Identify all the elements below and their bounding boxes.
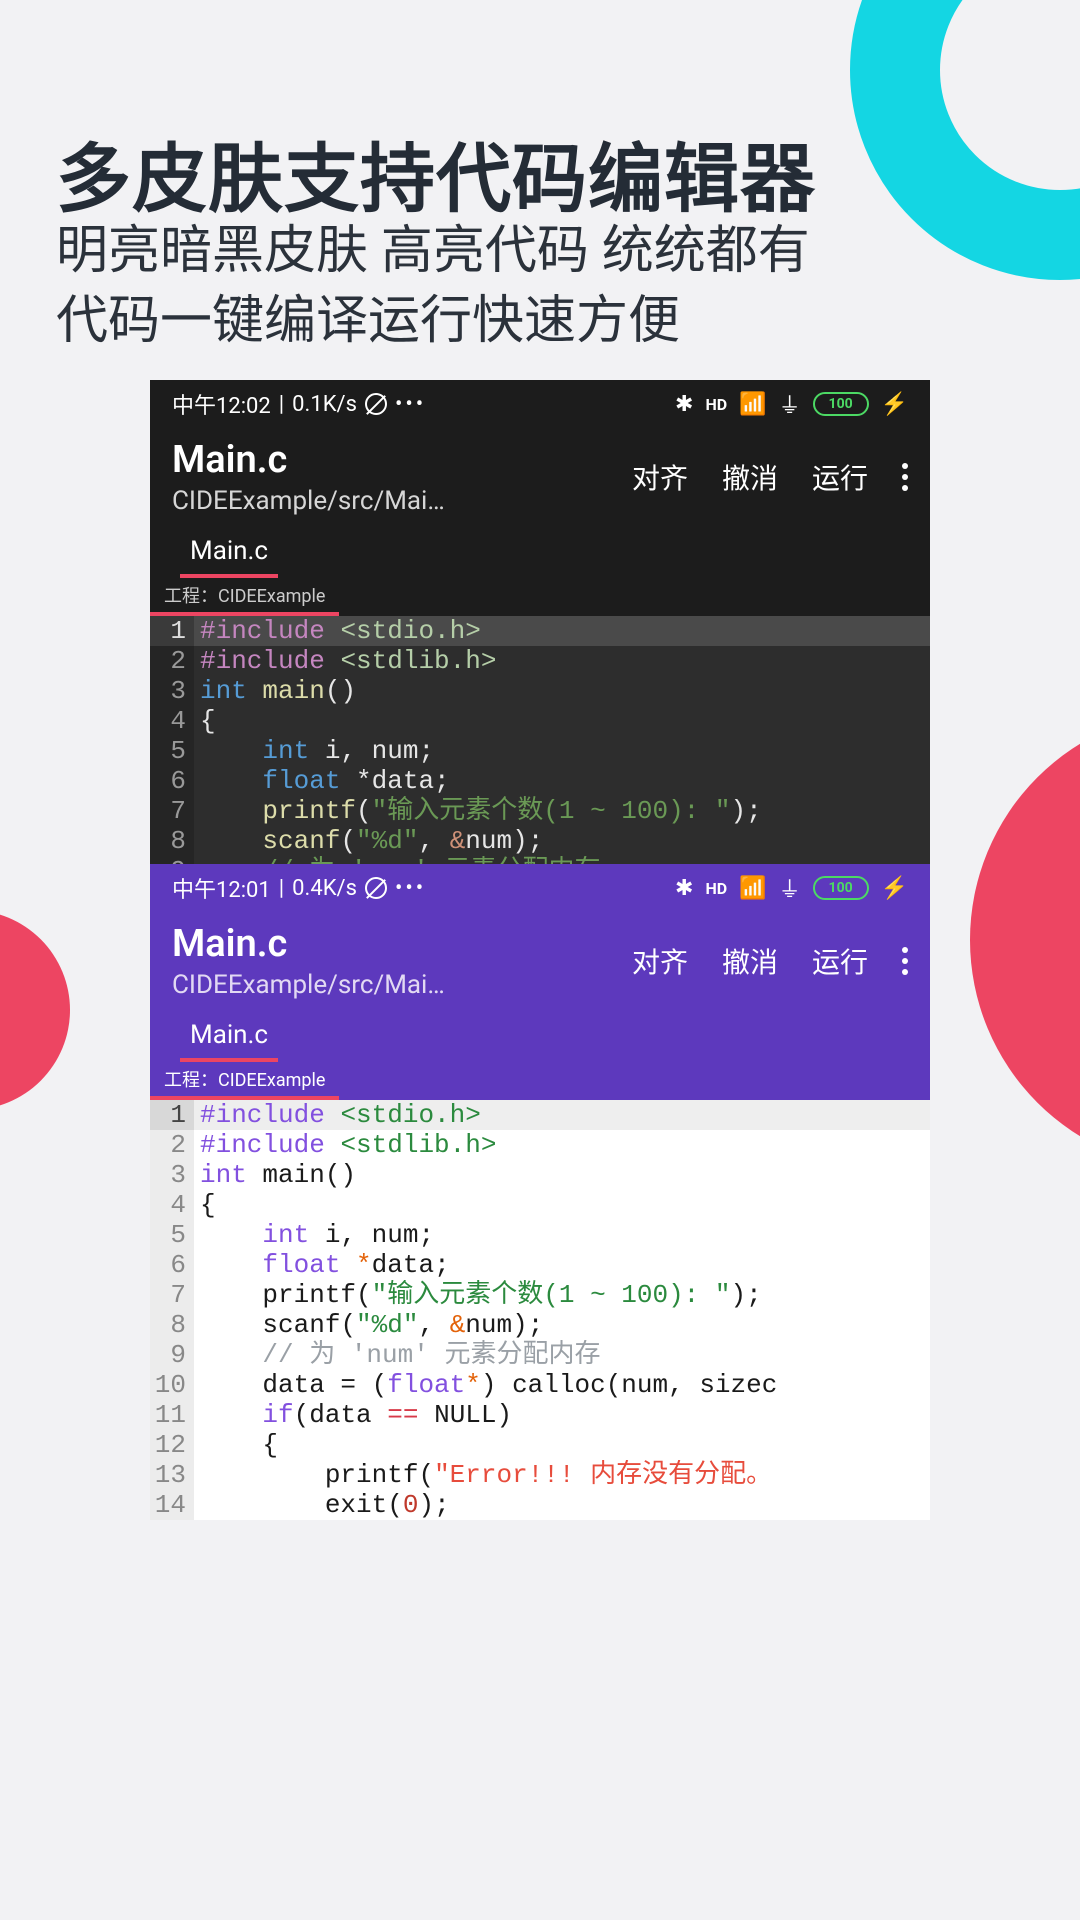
charging-icon: ⚡ — [881, 392, 908, 417]
bluetooth-icon: ✱ — [675, 392, 693, 417]
phone-mock-light: 中午12:01 | 0.4K/s ••• ✱ HD 📶 ⏚ 100 ⚡ Main… — [150, 864, 930, 1520]
project-label: 工程：CIDEExample — [150, 578, 339, 616]
line-number: 1 — [150, 1100, 194, 1130]
code-line: printf("Error!!! 内存没有分配。 — [194, 1460, 930, 1490]
tab-row: Main.c — [150, 1014, 930, 1062]
undo-button[interactable]: 撤消 — [722, 941, 778, 981]
code-line: data = (float*) calloc(num, sizec — [194, 1370, 930, 1400]
code-editor-light[interactable]: 1#include <stdio.h> 2#include <stdlib.h>… — [150, 1100, 930, 1520]
decor-circle-cyan — [850, 0, 1080, 280]
line-number: 4 — [150, 706, 194, 736]
decor-circle-pink-left — [0, 910, 70, 1110]
code-line: float *data; — [194, 766, 930, 796]
hero-subline-1: 明亮暗黑皮肤 高亮代码 统统都有 — [56, 208, 810, 283]
code-line: #include <stdio.h> — [194, 616, 930, 646]
line-number: 7 — [150, 796, 194, 826]
file-path: CIDEExample/src/Mai… — [172, 970, 445, 1000]
status-dots-icon: ••• — [395, 392, 426, 417]
code-line: scanf("%d", &num); — [194, 826, 930, 856]
align-button[interactable]: 对齐 — [632, 941, 688, 981]
bluetooth-icon: ✱ — [675, 876, 693, 901]
project-label: 工程：CIDEExample — [150, 1062, 339, 1100]
line-number: 1 — [150, 616, 194, 646]
line-number: 3 — [150, 1160, 194, 1190]
code-line: printf("输入元素个数(1 ~ 100): "); — [194, 1280, 930, 1310]
no-sim-icon — [365, 877, 387, 899]
tab-main-c[interactable]: Main.c — [180, 1014, 278, 1062]
code-line: printf("输入元素个数(1 ~ 100): "); — [194, 796, 930, 826]
wifi-icon: ⏚ — [779, 388, 801, 420]
status-time: 中午12:02 — [172, 388, 271, 420]
code-line: float *data; — [194, 1250, 930, 1280]
line-number: 9 — [150, 1340, 194, 1370]
wifi-icon: ⏚ — [779, 872, 801, 904]
signal-icon: 📶 — [739, 392, 766, 417]
code-line: int i, num; — [194, 1220, 930, 1250]
line-number: 7 — [150, 1280, 194, 1310]
status-separator: | — [279, 392, 284, 417]
file-path: CIDEExample/src/Mai… — [172, 486, 445, 516]
run-button[interactable]: 运行 — [812, 941, 868, 981]
hero-subline-2: 代码一键编译运行快速方便 — [56, 278, 680, 353]
battery-icon: 100 — [813, 392, 869, 416]
run-button[interactable]: 运行 — [812, 457, 868, 497]
code-line: #include <stdlib.h> — [194, 646, 930, 676]
code-line: #include <stdio.h> — [194, 1100, 930, 1130]
code-line: { — [194, 706, 930, 736]
overflow-menu-icon[interactable] — [902, 947, 908, 975]
decor-circle-pink-right — [970, 710, 1080, 1170]
hd-icon: HD — [705, 395, 727, 414]
code-line: int i, num; — [194, 736, 930, 766]
line-number: 13 — [150, 1460, 194, 1490]
status-speed: 0.1K/s — [292, 392, 357, 417]
line-number: 8 — [150, 826, 194, 856]
overflow-menu-icon[interactable] — [902, 463, 908, 491]
file-title: Main.c — [172, 922, 445, 966]
code-line: int main() — [194, 676, 930, 706]
battery-icon: 100 — [813, 876, 869, 900]
tab-row: Main.c — [150, 530, 930, 578]
status-bar: 中午12:01 | 0.4K/s ••• ✱ HD 📶 ⏚ 100 ⚡ — [150, 864, 930, 912]
line-number: 5 — [150, 1220, 194, 1250]
hd-icon: HD — [705, 879, 727, 898]
line-number: 12 — [150, 1430, 194, 1460]
line-number: 3 — [150, 676, 194, 706]
code-line: { — [194, 1430, 930, 1460]
code-line: scanf("%d", &num); — [194, 1310, 930, 1340]
code-line: if(data == NULL) — [194, 1400, 930, 1430]
line-number: 10 — [150, 1370, 194, 1400]
code-line: #include <stdlib.h> — [194, 1130, 930, 1160]
tab-main-c[interactable]: Main.c — [180, 530, 278, 578]
code-line: // 为 'num' 元素分配内存 — [194, 1340, 930, 1370]
line-number: 2 — [150, 646, 194, 676]
status-time: 中午12:01 — [172, 872, 271, 904]
code-line: exit(0); — [194, 1490, 930, 1520]
status-dots-icon: ••• — [395, 876, 426, 901]
align-button[interactable]: 对齐 — [632, 457, 688, 497]
line-number: 6 — [150, 766, 194, 796]
line-number: 6 — [150, 1250, 194, 1280]
line-number: 14 — [150, 1490, 194, 1520]
status-separator: | — [279, 876, 284, 901]
charging-icon: ⚡ — [881, 876, 908, 901]
code-line: { — [194, 1190, 930, 1220]
no-sim-icon — [365, 393, 387, 415]
line-number: 4 — [150, 1190, 194, 1220]
line-number: 11 — [150, 1400, 194, 1430]
status-speed: 0.4K/s — [292, 876, 357, 901]
app-bar: Main.c CIDEExample/src/Mai… 对齐 撤消 运行 — [150, 912, 930, 1014]
line-number: 2 — [150, 1130, 194, 1160]
code-line: int main() — [194, 1160, 930, 1190]
undo-button[interactable]: 撤消 — [722, 457, 778, 497]
line-number: 5 — [150, 736, 194, 766]
line-number: 8 — [150, 1310, 194, 1340]
signal-icon: 📶 — [739, 876, 766, 901]
status-bar: 中午12:02 | 0.1K/s ••• ✱ HD 📶 ⏚ 100 ⚡ — [150, 380, 930, 428]
app-bar: Main.c CIDEExample/src/Mai… 对齐 撤消 运行 — [150, 428, 930, 530]
file-title: Main.c — [172, 438, 445, 482]
